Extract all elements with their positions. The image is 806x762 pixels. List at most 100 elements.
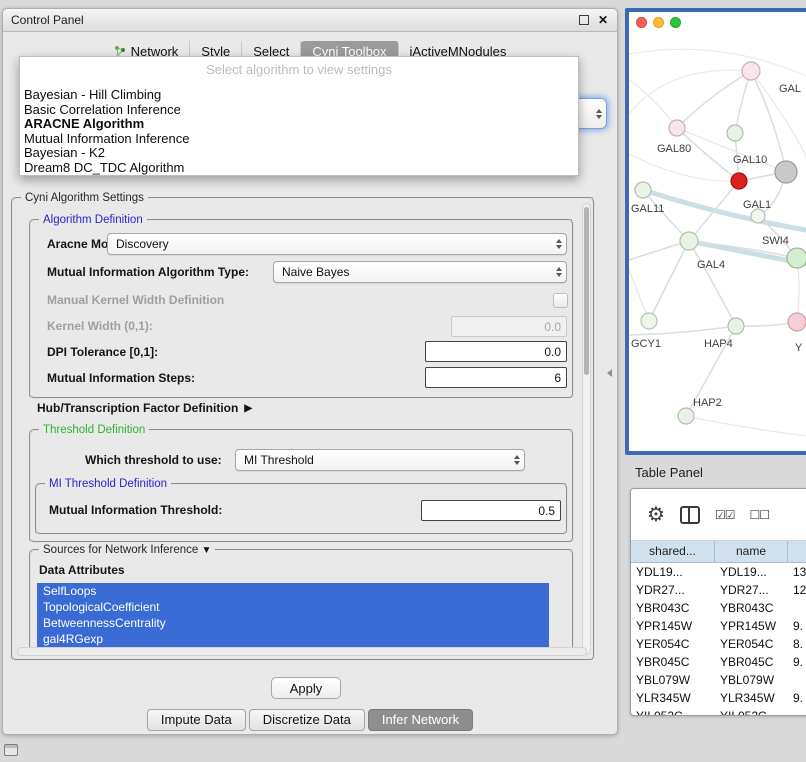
close-window-icon[interactable] bbox=[636, 17, 647, 28]
table-cell: 12 bbox=[788, 581, 806, 599]
mi-threshold-field[interactable] bbox=[421, 500, 561, 521]
data-attributes-label: Data Attributes bbox=[39, 563, 125, 577]
network-node-hap2[interactable] bbox=[678, 408, 694, 424]
table-cell: 9. bbox=[788, 617, 806, 635]
manual-kernel-width-checkbox[interactable] bbox=[553, 293, 568, 308]
table-header: shared...name bbox=[631, 541, 806, 563]
network-node-gal10-green[interactable] bbox=[727, 125, 743, 141]
settings-scrollbar[interactable] bbox=[582, 203, 591, 655]
table-cell: 9. bbox=[788, 689, 806, 707]
table-cell: YIL052C bbox=[715, 707, 788, 716]
node-label: GAL4 bbox=[697, 259, 725, 271]
attribute-item[interactable]: gal4RGexp bbox=[37, 631, 549, 647]
tab-infer-network[interactable]: Infer Network bbox=[368, 709, 473, 731]
tab-impute-data[interactable]: Impute Data bbox=[147, 709, 246, 731]
hub-definition-label: Hub/Transcription Factor Definition bbox=[37, 401, 238, 415]
network-svg[interactable]: GALGAL80GAL10GAL11GAL1SWI4GAL4GCY1HAP4HA… bbox=[629, 34, 806, 451]
dpi-tolerance-label: DPI Tolerance [0,1]: bbox=[47, 341, 158, 363]
algorithm-option[interactable]: ARACNE Algorithm bbox=[20, 117, 578, 132]
algorithm-option[interactable]: Basic Correlation Inference bbox=[20, 103, 578, 118]
network-node-pink-top[interactable] bbox=[742, 62, 760, 80]
network-node-gal80[interactable] bbox=[669, 120, 685, 136]
aracne-mode-value: Discovery bbox=[108, 237, 169, 251]
data-attributes-list[interactable]: SelfLoopsTopologicalCoefficientBetweenne… bbox=[37, 583, 549, 649]
mi-algorithm-type-combobox[interactable]: Naive Bayes bbox=[273, 261, 567, 283]
close-icon[interactable]: ✕ bbox=[598, 13, 608, 27]
dpi-tolerance-field[interactable] bbox=[425, 341, 567, 362]
network-node-gal10-red[interactable] bbox=[731, 173, 747, 189]
table-cell: YDL19... bbox=[631, 563, 715, 581]
algorithm-option[interactable]: Bayesian - Hill Climbing bbox=[20, 88, 578, 103]
table-header-cell[interactable] bbox=[788, 541, 806, 562]
float-window-icon[interactable] bbox=[579, 15, 589, 25]
table-cell: YBR045C bbox=[631, 653, 715, 671]
table-cell: YBR043C bbox=[715, 599, 788, 617]
table-cell: YBL079W bbox=[715, 671, 788, 689]
control-panel-title: Control Panel bbox=[3, 13, 84, 27]
stepper-arrows-icon bbox=[596, 109, 602, 119]
table-header-cell[interactable]: shared... bbox=[631, 541, 715, 562]
algorithm-combobox-fragment[interactable] bbox=[577, 98, 607, 129]
node-label: GAL1 bbox=[743, 199, 771, 211]
table-cell: YIL052C bbox=[631, 707, 715, 716]
table-cell bbox=[788, 671, 806, 689]
network-node-gal11[interactable] bbox=[635, 182, 651, 198]
table-row[interactable]: YER054CYER054C8. bbox=[631, 635, 806, 653]
apply-button[interactable]: Apply bbox=[271, 677, 341, 699]
aracne-mode-combobox[interactable]: Discovery bbox=[107, 233, 567, 255]
network-node-gal1[interactable] bbox=[751, 209, 765, 223]
tab-discretize-data[interactable]: Discretize Data bbox=[249, 709, 365, 731]
column-selector-icon[interactable] bbox=[680, 506, 700, 524]
deselect-all-icon[interactable]: ☐☐ bbox=[749, 508, 769, 522]
table-cell: YLR345W bbox=[715, 689, 788, 707]
select-all-icon[interactable]: ☑☑ bbox=[715, 508, 735, 522]
network-node-swi4[interactable] bbox=[787, 248, 806, 268]
node-label: GAL10 bbox=[733, 154, 767, 166]
minimize-window-icon[interactable] bbox=[653, 17, 664, 28]
minimized-panel-icon[interactable] bbox=[4, 744, 18, 756]
table-row[interactable]: YDL19...YDL19...13 bbox=[631, 563, 806, 581]
gear-icon[interactable]: ⚙ bbox=[647, 505, 665, 525]
scrollbar-thumb[interactable] bbox=[584, 207, 589, 375]
table-cell: YBL079W bbox=[631, 671, 715, 689]
attribute-item[interactable]: TopologicalCoefficient bbox=[37, 599, 549, 615]
network-node-hub-gray[interactable] bbox=[775, 161, 797, 183]
network-edge bbox=[629, 80, 677, 128]
which-threshold-combobox[interactable]: MI Threshold bbox=[235, 449, 525, 471]
zoom-window-icon[interactable] bbox=[670, 17, 681, 28]
algorithm-option[interactable]: Mutual Information Inference bbox=[20, 132, 578, 147]
node-label: GCY1 bbox=[631, 338, 661, 350]
network-edge bbox=[677, 71, 751, 128]
table-row[interactable]: YBR045CYBR045C9. bbox=[631, 653, 806, 671]
sources-group-label: Sources for Network Inference bbox=[43, 544, 198, 556]
which-threshold-label: Which threshold to use: bbox=[85, 449, 222, 471]
table-row[interactable]: YLR345WYLR345W9. bbox=[631, 689, 806, 707]
attribute-item[interactable]: BetweennessCentrality bbox=[37, 615, 549, 631]
cyni-settings-group: Cyni Algorithm Settings Algorithm Defini… bbox=[11, 197, 595, 661]
attribute-item[interactable]: SelfLoops bbox=[37, 583, 549, 599]
panel-splitter-icon[interactable] bbox=[607, 369, 612, 377]
table-header-cell[interactable]: name bbox=[715, 541, 788, 562]
mi-steps-label: Mutual Information Steps: bbox=[47, 367, 195, 389]
table-row[interactable]: YBL079WYBL079W bbox=[631, 671, 806, 689]
network-node-gcy1[interactable] bbox=[641, 313, 657, 329]
table-row[interactable]: YIL052CYIL052C bbox=[631, 707, 806, 716]
mi-steps-field[interactable] bbox=[425, 367, 567, 388]
desktop: Control Panel ✕ Network Style bbox=[0, 0, 806, 762]
settings-horizontal-scrollbar[interactable] bbox=[17, 647, 587, 656]
table-row[interactable]: YDR27...YDR27...12 bbox=[631, 581, 806, 599]
sources-group-title[interactable]: Sources for Network Inference ▼ bbox=[39, 543, 215, 558]
network-node-pink-right[interactable] bbox=[788, 313, 806, 331]
network-edge bbox=[689, 241, 736, 326]
network-node-hap4[interactable] bbox=[728, 318, 744, 334]
algorithm-option[interactable]: Bayesian - K2 bbox=[20, 146, 578, 161]
kernel-width-field[interactable] bbox=[451, 316, 567, 337]
window-controls bbox=[636, 17, 681, 28]
table-row[interactable]: YBR043CYBR043C bbox=[631, 599, 806, 617]
algorithm-option[interactable]: Dream8 DC_TDC Algorithm bbox=[20, 161, 578, 176]
network-node-gal4[interactable] bbox=[680, 232, 698, 250]
hub-definition-toggle[interactable]: Hub/Transcription Factor Definition ▶ bbox=[37, 401, 252, 415]
node-label: HAP4 bbox=[704, 338, 733, 350]
table-row[interactable]: YPR145WYPR145W9. bbox=[631, 617, 806, 635]
algorithm-dropdown-popup: Select algorithm to view settings Bayesi… bbox=[19, 56, 579, 176]
